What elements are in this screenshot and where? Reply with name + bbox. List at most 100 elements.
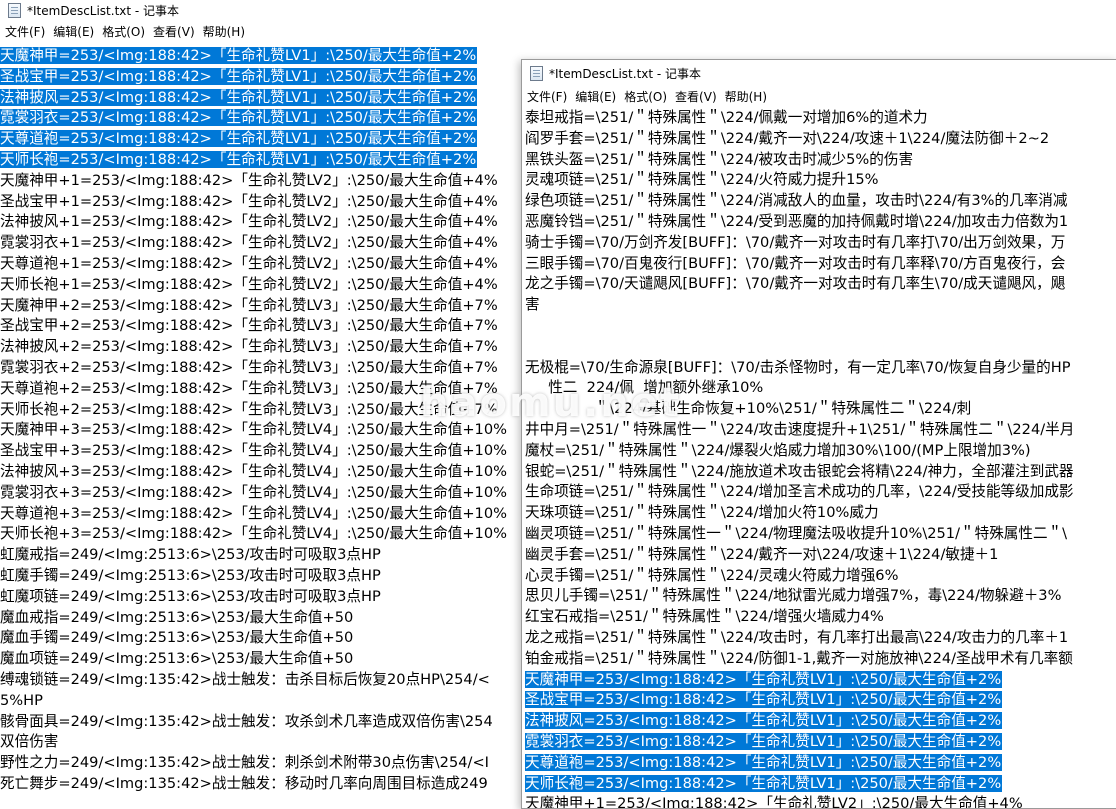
line-text: 泰坦戒指=\251/＂特殊属性＂\224/佩戴一对增加6%的道术力	[525, 109, 928, 126]
text-line[interactable]: 害	[525, 295, 1116, 316]
line-text: 天师长袍+1=253/<Img:188:42>「生命礼赞LV2」:\250/最大…	[0, 275, 498, 293]
text-line[interactable]: 幽灵手套=\251/＂特殊属性＂\224/戴齐一对\224/攻速＋1\224/敏…	[525, 545, 1116, 566]
line-text: 天魔神甲=253/<Img:188:42>「生命礼赞LV1」:\250/最大生命…	[0, 47, 478, 64]
line-text: 魔血戒指=249/<Img:2513:6>\253/最大生命值+50	[0, 608, 354, 626]
line-text: 阎罗手套=\251/＂特殊属性＂\224/戴齐一对\224/攻速＋1\224/魔…	[525, 129, 1050, 147]
text-line[interactable]: 阎罗手套=\251/＂特殊属性＂\224/戴齐一对\224/攻速＋1\224/魔…	[525, 129, 1116, 150]
menu-edit[interactable]: 编辑(E)	[52, 23, 101, 40]
line-text: 天尊道袍=253/<Img:188:42>「生命礼赞LV1」:\250/最大生命…	[0, 130, 478, 148]
line-text: 思贝儿手镯=\251/＂特殊属性＂\224/地狱雷光威力增强7%，毒\224/物…	[525, 587, 1062, 605]
text-line[interactable]: 性二 224/佩 增加额外继承10%	[525, 378, 1116, 399]
line-text	[525, 338, 526, 355]
text-line[interactable]: 三眼手镯=\70/百鬼夜行[BUFF]：\70/戴齐一对攻击时有几率释\70/方…	[525, 254, 1116, 275]
line-text: 天尊道袍=253/<Img:188:42>「生命礼赞LV1」:\250/最大生命…	[525, 753, 1003, 771]
text-line[interactable]: 灵魂项链=\251/＂特殊属性＂\224/火符威力提升15%	[525, 170, 1116, 191]
notepad-icon	[8, 3, 21, 18]
selected-text-line[interactable]: 天师长袍=253/<Img:188:42>「生命礼赞LV1」:\250/最大生命…	[525, 774, 1116, 795]
line-text: 天魔神甲=253/<Img:188:42>「生命礼赞LV1」:\250/最大生命…	[525, 670, 1003, 688]
line-text: 幽灵项链=\251/＂特殊属性一＂\224/物理魔法吸收提升10%\251/＂特…	[525, 524, 1068, 542]
line-text: 天尊道袍+2=253/<Img:188:42>「生命礼赞LV3」:\250/最大…	[0, 379, 498, 397]
title-bar[interactable]: *ItemDescList.txt - 记事本	[522, 60, 1116, 86]
text-line[interactable]: 思贝儿手镯=\251/＂特殊属性＂\224/地狱雷光威力增强7%，毒\224/物…	[525, 586, 1116, 607]
text-editor[interactable]: 泰坦戒指=\251/＂特殊属性＂\224/佩戴一对增加6%的道术力阎罗手套=\2…	[522, 108, 1116, 808]
line-text: 天师长袍=253/<Img:188:42>「生命礼赞LV1」:\250/最大生命…	[525, 774, 1003, 792]
selected-text-line[interactable]: 天魔神甲=253/<Img:188:42>「生命礼赞LV1」:\250/最大生命…	[525, 670, 1116, 691]
text-line[interactable]: 黑铁头盔=\251/＂特殊属性＂\224/被攻击时减少5%的伤害	[525, 150, 1116, 171]
text-line[interactable]: ＂\224/基础生命恢复+10%\251/＂特殊属性二＂\224/刺	[525, 399, 1116, 420]
text-line[interactable]: 龙之戒指=\251/＂特殊属性＂\224/攻击时，有几率打出最高\224/攻击力…	[525, 628, 1116, 649]
line-text: 法神披风=253/<Img:188:42>「生命礼赞LV1」:\250/最大生命…	[0, 88, 478, 106]
menu-format[interactable]: 格式(O)	[101, 23, 152, 40]
line-text: 法神披风=253/<Img:188:42>「生命礼赞LV1」:\250/最大生命…	[525, 712, 1003, 730]
notepad-window-front[interactable]: *ItemDescList.txt - 记事本 文件(F) 编辑(E) 格式(O…	[521, 59, 1116, 809]
text-line[interactable]: 生命项链=\251/＂特殊属性＂\224/增加圣言术成功的几率，\224/受技能…	[525, 482, 1116, 503]
line-text: 霓裳羽衣=253/<Img:188:42>「生命礼赞LV1」:\250/最大生命…	[525, 732, 1003, 750]
line-text: 心灵手镯=\251/＂特殊属性＂\224/灵魂火符威力增强6%	[525, 566, 899, 584]
line-text: 绿色项链=\251/＂特殊属性＂\224/消减敌人的血量，攻击时\224/有3%…	[525, 192, 1068, 210]
text-line[interactable]: 绿色项链=\251/＂特殊属性＂\224/消减敌人的血量，攻击时\224/有3%…	[525, 191, 1116, 212]
menu-help[interactable]: 帮助(H)	[724, 88, 774, 105]
text-line[interactable]	[525, 316, 1116, 337]
line-text: 红宝石戒指=\251/＂特殊属性＂\224/增强火墙威力4%	[525, 608, 884, 626]
text-line[interactable]: 无极棍=\70/生命源泉[BUFF]：\70/击杀怪物时，有一定几率\70/恢复…	[525, 358, 1116, 379]
menu-bar: 文件(F) 编辑(E) 格式(O) 查看(V) 帮助(H)	[522, 86, 1116, 107]
line-text: 圣战宝甲+3=253/<Img:188:42>「生命礼赞LV4」:\250/最大…	[0, 442, 507, 460]
selected-text-line[interactable]: 霓裳羽衣=253/<Img:188:42>「生命礼赞LV1」:\250/最大生命…	[525, 732, 1116, 753]
line-text: 野性之力=249/<Img:135:42>战士触发：刺杀剑术附带30点伤害\25…	[0, 754, 489, 772]
text-line[interactable]	[525, 337, 1116, 358]
text-line[interactable]: 泰坦戒指=\251/＂特殊属性＂\224/佩戴一对增加6%的道术力	[525, 108, 1116, 129]
line-text: 5%HP	[0, 691, 43, 709]
line-text: 性二 224/佩 增加额外继承10%	[525, 379, 764, 397]
title-bar[interactable]: *ItemDescList.txt - 记事本	[0, 0, 1116, 21]
line-text: 天珠项链=\251/＂特殊属性＂\224/增加火符10%威力	[525, 504, 879, 522]
line-text: 魔杖=\251/＂特殊属性＂\224/爆裂火焰威力增加30%\100/(MP上限…	[525, 441, 1031, 459]
text-line[interactable]: 天珠项链=\251/＂特殊属性＂\224/增加火符10%威力	[525, 503, 1116, 524]
line-text: 天师长袍=253/<Img:188:42>「生命礼赞LV1」:\250/最大生命…	[0, 150, 478, 168]
line-text: ＂\224/基础生命恢复+10%\251/＂特殊属性二＂\224/刺	[525, 400, 972, 418]
menu-view[interactable]: 查看(V)	[674, 88, 724, 105]
line-text: 法神披风+1=253/<Img:188:42>「生命礼赞LV2」:\250/最大…	[0, 213, 498, 231]
notepad-icon	[530, 65, 543, 81]
line-text: 三眼手镯=\70/百鬼夜行[BUFF]：\70/戴齐一对攻击时有几率释\70/方…	[525, 254, 1066, 272]
line-text: 天魔神甲+2=253/<Img:188:42>「生命礼赞LV3」:\250/最大…	[0, 296, 498, 314]
text-line[interactable]: 骑士手镯=\70/万剑齐发[BUFF]：\70/戴齐一对攻击时有几率打\70/出…	[525, 233, 1116, 254]
text-line[interactable]: 心灵手镯=\251/＂特殊属性＂\224/灵魂火符威力增强6%	[525, 566, 1116, 587]
menu-file[interactable]: 文件(F)	[4, 23, 52, 40]
line-text: 天尊道袍+1=253/<Img:188:42>「生命礼赞LV2」:\250/最大…	[0, 254, 498, 272]
line-text: 天师长袍+2=253/<Img:188:42>「生命礼赞LV3」:\250/最大…	[0, 400, 498, 418]
selected-text-line[interactable]: 法神披风=253/<Img:188:42>「生命礼赞LV1」:\250/最大生命…	[525, 711, 1116, 732]
line-text: 圣战宝甲+1=253/<Img:188:42>「生命礼赞LV2」:\250/最大…	[0, 192, 498, 210]
menu-edit[interactable]: 编辑(E)	[574, 88, 623, 105]
line-text: 害	[525, 296, 540, 314]
text-line[interactable]: 魔杖=\251/＂特殊属性＂\224/爆裂火焰威力增加30%\100/(MP上限…	[525, 441, 1116, 462]
line-text: 死亡舞步=249/<Img:135:42>战士触发：移动时几率向周围目标造成24…	[0, 774, 488, 792]
text-line[interactable]: 恶魔铃铛=\251/＂特殊属性＂\224/受到恶魔的加持佩戴时增\224/加攻击…	[525, 212, 1116, 233]
line-text	[525, 317, 526, 334]
line-text: 恶魔铃铛=\251/＂特殊属性＂\224/受到恶魔的加持佩戴时增\224/加攻击…	[525, 212, 1069, 230]
menu-format[interactable]: 格式(O)	[623, 88, 674, 105]
line-text: 霓裳羽衣+3=253/<Img:188:42>「生命礼赞LV4」:\250/最大…	[0, 483, 507, 501]
line-text: 银蛇=\251/＂特殊属性＂\224/施放道术攻击银蛇会将精\224/神力，全部…	[525, 462, 1074, 480]
menu-view[interactable]: 查看(V)	[152, 23, 202, 40]
text-line[interactable]: 红宝石戒指=\251/＂特殊属性＂\224/增强火墙威力4%	[525, 607, 1116, 628]
text-line[interactable]: 银蛇=\251/＂特殊属性＂\224/施放道术攻击银蛇会将精\224/神力，全部…	[525, 462, 1116, 483]
line-text: 虹魔手镯=249/<Img:2513:6>\253/攻击时可吸取3点HP	[0, 566, 381, 584]
line-text: 圣战宝甲=253/<Img:188:42>「生命礼赞LV1」:\250/最大生命…	[0, 67, 478, 85]
line-text: 法神披风+2=253/<Img:188:42>「生命礼赞LV3」:\250/最大…	[0, 338, 498, 356]
line-text: 龙之戒指=\251/＂特殊属性＂\224/攻击时，有几率打出最高\224/攻击力…	[525, 628, 1069, 646]
text-line[interactable]: 铂金戒指=\251/＂特殊属性＂\224/防御1-1,戴齐一对施放神\224/圣…	[525, 649, 1116, 670]
line-text: 灵魂项链=\251/＂特殊属性＂\224/火符威力提升15%	[525, 171, 879, 189]
line-text: 魔血项链=249/<Img:2513:6>\253/最大生命值+50	[0, 650, 354, 668]
menu-help[interactable]: 帮助(H)	[202, 23, 252, 40]
line-text: 虹魔项链=249/<Img:2513:6>\253/攻击时可吸取3点HP	[0, 587, 381, 605]
text-line[interactable]: 井中月=\251/＂特殊属性一＂\224/攻击速度提升+1\251/＂特殊属性二…	[525, 420, 1116, 441]
line-text: 骸骨面具=249/<Img:135:42>战士触发：攻杀剑术几率造成双倍伤害\2…	[0, 712, 493, 730]
line-text: 法神披风+3=253/<Img:188:42>「生命礼赞LV4」:\250/最大…	[0, 462, 507, 480]
line-text: 双倍伤害	[0, 733, 59, 751]
menu-file[interactable]: 文件(F)	[526, 88, 574, 105]
text-line[interactable]: 天魔神甲+1=253/<Img:188:42>「生命礼赞LV2」:\250/最大…	[525, 794, 1116, 808]
text-line[interactable]: 龙之手镯=\70/天谴飓风[BUFF]：\70/戴齐一对攻击时有几率生\70/成…	[525, 274, 1116, 295]
selected-text-line[interactable]: 天尊道袍=253/<Img:188:42>「生命礼赞LV1」:\250/最大生命…	[525, 753, 1116, 774]
selected-text-line[interactable]: 圣战宝甲=253/<Img:188:42>「生命礼赞LV1」:\250/最大生命…	[525, 690, 1116, 711]
text-line[interactable]: 幽灵项链=\251/＂特殊属性一＂\224/物理魔法吸收提升10%\251/＂特…	[525, 524, 1116, 545]
